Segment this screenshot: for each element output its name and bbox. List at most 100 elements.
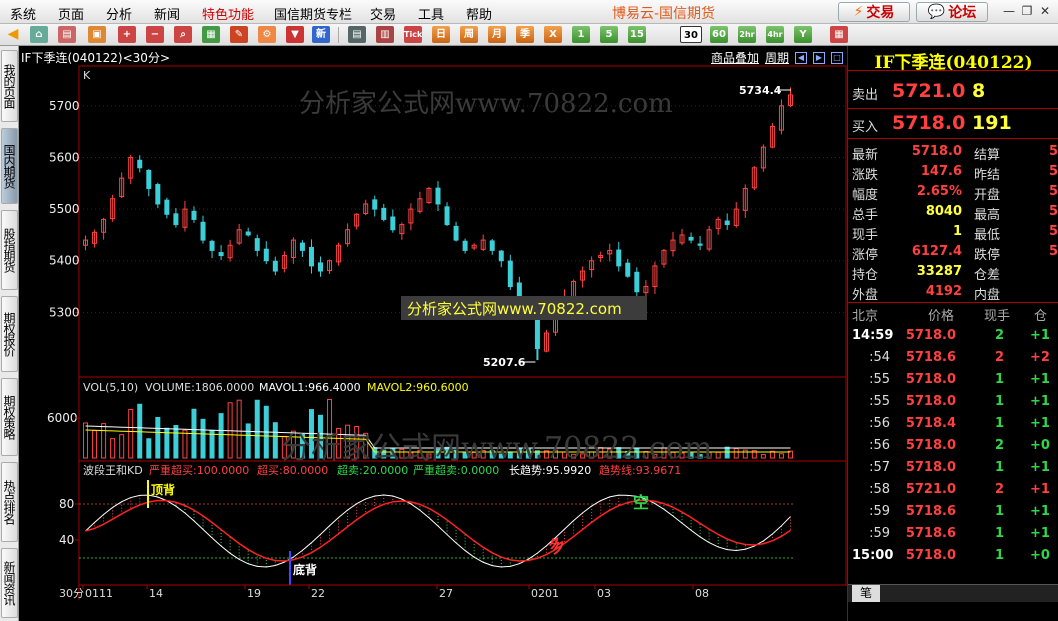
tick-volume: 2: [994, 328, 1004, 343]
period-link[interactable]: 周期: [765, 49, 789, 66]
volume-bar: [146, 438, 152, 459]
tick-button[interactable]: Tick: [404, 26, 422, 43]
divider: [848, 138, 1058, 139]
kd-legend-severe-sell: 严重超卖:0.0000: [413, 463, 499, 477]
home-icon[interactable]: ⌂: [30, 26, 48, 43]
menu-news[interactable]: 新闻: [154, 4, 180, 23]
menu-analysis[interactable]: 分析: [106, 4, 132, 23]
chart-panel[interactable]: 5700 5600 5500 5400 5300 K 分析家公式网www.70822.com…: [19, 46, 847, 621]
menu-guosen-column[interactable]: 国信期货专栏: [274, 4, 352, 23]
tick-time: :59: [869, 504, 890, 519]
x-tick-label: 19: [247, 587, 261, 600]
tab-hot-ranking[interactable]: 热点排名: [1, 462, 18, 542]
menu-help[interactable]: 帮助: [466, 4, 492, 23]
stat-label: 总手: [852, 208, 879, 223]
restore-icon[interactable]: ❐: [1018, 3, 1036, 19]
period-5-button[interactable]: 5: [600, 26, 618, 43]
volume-bar: [101, 423, 107, 459]
watermark-text: 分析家公式网www.70822.com: [281, 431, 712, 466]
period-15-button[interactable]: 15: [628, 26, 646, 43]
volume-bar: [128, 408, 134, 459]
stat-value: 33287: [916, 264, 962, 279]
period-quarter-button[interactable]: 季: [516, 26, 534, 43]
period-60-button[interactable]: 60: [710, 26, 728, 43]
folder-icon[interactable]: ▣: [88, 26, 106, 43]
volume-bar: [236, 399, 242, 459]
x-tick-label: 27: [439, 587, 453, 600]
tab-label: 热点排名: [2, 480, 16, 524]
tick-row: :57 5718.0 1 +1: [848, 458, 1058, 478]
tick-volume: 2: [994, 350, 1004, 365]
trade-button[interactable]: ⚡ 交易: [838, 2, 910, 22]
tab-index-futures[interactable]: 股指期货: [1, 210, 18, 290]
chart-icon[interactable]: ▥: [376, 26, 394, 43]
candle-body: [625, 262, 631, 277]
maximize-icon[interactable]: □: [831, 51, 843, 64]
tick-position: +1: [1030, 394, 1050, 409]
candle-body: [724, 220, 730, 226]
tick-price: 5718.0: [905, 372, 956, 387]
kline-chart-svg[interactable]: 5700 5600 5500 5400 5300 K 分析家公式网www.70822.com…: [19, 46, 847, 621]
indicator-icon[interactable]: ⚙: [258, 26, 276, 43]
volume-bar: [119, 434, 125, 459]
volume-bar: [200, 418, 206, 459]
overlay-link[interactable]: 商品叠加: [711, 49, 759, 66]
tick-position: +1: [1030, 482, 1050, 497]
volume-bar: [173, 425, 179, 459]
candle-body: [688, 236, 694, 241]
filter-icon[interactable]: ▼: [286, 26, 304, 43]
kd-tick-label: 80: [59, 497, 74, 511]
period-year-button[interactable]: Y: [794, 26, 812, 43]
stat-row: 涨跌 147.6 昨结 5: [848, 162, 1058, 183]
period-x-button[interactable]: X: [544, 26, 562, 43]
scroll-right-icon[interactable]: ▶: [813, 51, 825, 64]
stat-label: 结算: [974, 148, 1001, 163]
period-30-button[interactable]: 30: [680, 26, 702, 43]
minimize-icon[interactable]: —: [1000, 3, 1018, 19]
period-day-button[interactable]: 日: [432, 26, 450, 43]
tab-news[interactable]: 新闻资讯: [1, 548, 18, 618]
tab-label: 我的页面: [2, 64, 16, 108]
stat-label: 昨结: [974, 168, 1001, 183]
menu-features[interactable]: 特色功能: [202, 4, 254, 23]
zoom-in-icon[interactable]: +: [118, 26, 136, 43]
volume-bar: [733, 447, 739, 459]
calculator-icon[interactable]: ▦: [830, 26, 848, 43]
tab-my-page[interactable]: 我的页面: [1, 50, 18, 122]
table-icon[interactable]: ▤: [348, 26, 366, 43]
menu-system[interactable]: 系统: [10, 4, 36, 23]
scroll-left-icon[interactable]: ◀: [795, 51, 807, 64]
menu-tools[interactable]: 工具: [418, 4, 444, 23]
news-icon[interactable]: ▤: [58, 26, 76, 43]
draw-line-icon[interactable]: ✎: [230, 26, 248, 43]
period-1-button[interactable]: 1: [572, 26, 590, 43]
tab-trades[interactable]: 笔: [852, 585, 880, 602]
menu-trade[interactable]: 交易: [370, 4, 396, 23]
layout-icon[interactable]: ▦: [202, 26, 220, 43]
lightning-icon: ⚡: [853, 4, 864, 20]
forum-button[interactable]: 💬 论坛: [916, 2, 988, 22]
period-4hr-button[interactable]: 4hr: [766, 26, 784, 43]
kd-legend-overbought: 超买:80.0000: [257, 463, 328, 477]
tab-option-strategy[interactable]: 期权策略: [1, 378, 18, 456]
zoom-out-icon[interactable]: −: [146, 26, 164, 43]
period-month-button[interactable]: 月: [488, 26, 506, 43]
tick-price: 5718.6: [905, 526, 956, 541]
new-icon[interactable]: 新: [312, 26, 330, 43]
toolbar-separator: [338, 27, 339, 43]
menu-page[interactable]: 页面: [58, 4, 84, 23]
back-arrow-icon[interactable]: ◀: [4, 26, 22, 43]
tab-option-quotes[interactable]: 期权报价: [1, 296, 18, 372]
tick-time: :57: [869, 460, 890, 475]
tab-label: 期权报价: [2, 312, 16, 356]
period-2hr-button[interactable]: 2hr: [738, 26, 756, 43]
search-icon[interactable]: ⌕: [174, 26, 192, 43]
candle-body: [372, 199, 378, 210]
period-week-button[interactable]: 周: [460, 26, 478, 43]
stat-value: 5: [1048, 164, 1058, 179]
tab-label: 新闻资讯: [2, 561, 16, 605]
tab-domestic-futures[interactable]: 国内期货: [1, 128, 18, 204]
candle-body: [272, 260, 278, 272]
close-icon[interactable]: ✕: [1036, 3, 1054, 19]
x-tick-label: 30分: [59, 587, 84, 600]
